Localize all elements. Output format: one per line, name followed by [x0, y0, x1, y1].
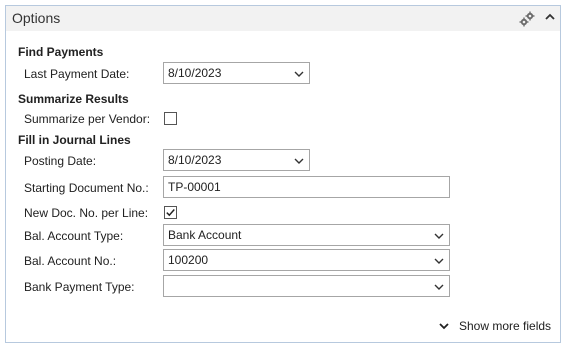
section-summarize-results: Summarize Results — [18, 92, 129, 106]
last-payment-date-label: Last Payment Date: — [24, 67, 130, 81]
checkmark-icon — [166, 209, 175, 217]
section-find-payments: Find Payments — [18, 45, 104, 59]
starting-document-no-value: TP-00001 — [168, 180, 221, 194]
starting-document-no-input[interactable]: TP-00001 — [163, 176, 450, 198]
bal-account-type-value: Bank Account — [168, 228, 242, 242]
chevron-down-icon[interactable] — [293, 155, 305, 167]
chevron-down-icon[interactable] — [433, 255, 445, 267]
chevron-down-icon[interactable] — [293, 68, 305, 80]
posting-date-field[interactable]: 8/10/2023 — [163, 149, 310, 171]
bank-payment-type-label: Bank Payment Type: — [24, 280, 135, 294]
settings-icon[interactable] — [519, 11, 535, 27]
chevron-down-icon — [439, 323, 449, 330]
bal-account-type-select[interactable]: Bank Account — [163, 224, 450, 246]
panel-header[interactable]: Options — [6, 6, 560, 31]
new-doc-no-per-line-checkbox[interactable] — [164, 206, 177, 219]
posting-date-value: 8/10/2023 — [168, 153, 222, 167]
posting-date-label: Posting Date: — [24, 154, 97, 168]
chevron-up-icon[interactable] — [544, 11, 556, 23]
new-doc-no-per-line-label: New Doc. No. per Line: — [24, 206, 149, 220]
starting-document-no-label: Starting Document No.: — [24, 181, 149, 195]
show-more-fields-label: Show more fields — [459, 319, 552, 333]
bank-payment-type-select[interactable] — [163, 275, 450, 297]
options-panel: Options Find Payments Last Payment Date:… — [5, 5, 561, 343]
summarize-per-vendor-checkbox[interactable] — [164, 112, 177, 125]
bal-account-type-label: Bal. Account Type: — [24, 229, 124, 243]
section-fill-journal-lines: Fill in Journal Lines — [18, 133, 131, 147]
summarize-per-vendor-label: Summarize per Vendor: — [24, 112, 151, 126]
chevron-down-icon[interactable] — [433, 281, 445, 293]
chevron-down-icon[interactable] — [433, 230, 445, 242]
show-more-fields-button[interactable]: Show more fields — [438, 318, 551, 334]
last-payment-date-value: 8/10/2023 — [168, 66, 222, 80]
panel-title: Options — [12, 10, 61, 26]
bal-account-no-value: 100200 — [168, 253, 209, 267]
bal-account-no-select[interactable]: 100200 — [163, 249, 450, 271]
bal-account-no-label: Bal. Account No.: — [24, 254, 117, 268]
last-payment-date-field[interactable]: 8/10/2023 — [163, 62, 310, 84]
